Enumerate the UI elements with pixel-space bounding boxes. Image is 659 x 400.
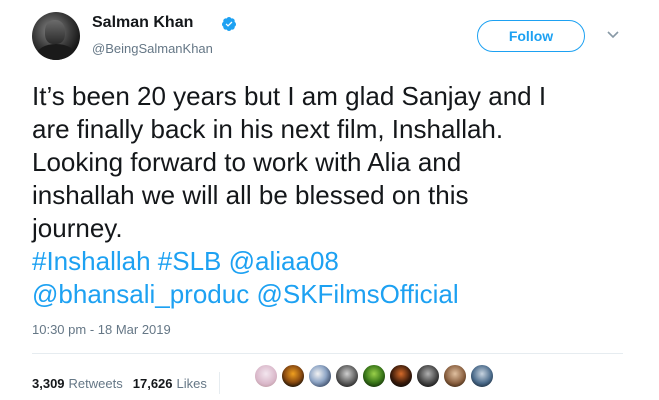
author-name[interactable]: Salman Khan — [92, 14, 193, 32]
liker-avatar[interactable] — [389, 364, 413, 388]
likes-label: Likes — [176, 375, 207, 391]
hashtag-link[interactable]: #SLB — [158, 246, 222, 276]
tweet-text: It’s been 20 years but I am glad Sanjay … — [32, 80, 632, 311]
liker-avatar[interactable] — [281, 364, 305, 388]
hashtag-link[interactable]: #Inshallah — [32, 246, 151, 276]
likes-count: 17,626 — [132, 375, 173, 391]
tweet-links-line: @bhansali_produc @SKFilmsOfficial — [32, 278, 632, 311]
mention-link[interactable]: @bhansali_produc — [32, 279, 249, 309]
tweet-line: inshallah we will all be blessed on this — [32, 180, 469, 210]
author-avatar[interactable] — [32, 12, 80, 60]
retweets-label: Retweets — [68, 375, 123, 391]
retweets-stat[interactable]: 3,309 Retweets — [32, 376, 123, 391]
mention-link[interactable]: @aliaa08 — [229, 246, 339, 276]
liker-avatar[interactable] — [335, 364, 359, 388]
liker-avatar[interactable] — [470, 364, 494, 388]
tweet-line: are finally back in his next film, Insha… — [32, 114, 504, 144]
divider — [32, 353, 623, 354]
tweet-timestamp[interactable]: 10:30 pm - 18 Mar 2019 — [32, 322, 171, 337]
avatar-shoulder — [36, 44, 76, 60]
likes-stat[interactable]: 17,626 Likes — [133, 376, 207, 391]
tweet-line: It’s been 20 years but I am glad Sanjay … — [32, 81, 547, 111]
mention-link[interactable]: @SKFilmsOfficial — [256, 279, 458, 309]
follow-button[interactable]: Follow — [477, 20, 585, 52]
chevron-down-icon[interactable] — [606, 30, 620, 40]
verified-badge-icon — [221, 17, 236, 31]
liker-avatar[interactable] — [416, 364, 440, 388]
liker-avatars — [254, 364, 497, 388]
liker-avatar[interactable] — [308, 364, 332, 388]
tweet-stats: 3,309 Retweets 17,626 Likes — [32, 372, 230, 394]
stats-separator — [218, 372, 220, 394]
tweet-links-line: #Inshallah #SLB @aliaa08 — [32, 245, 632, 278]
tweet-line: Looking forward to work with Alia and — [32, 147, 462, 177]
avatar-face — [45, 20, 65, 44]
liker-avatar[interactable] — [254, 364, 278, 388]
author-handle[interactable]: @BeingSalmanKhan — [92, 41, 213, 56]
tweet-line: journey. — [32, 213, 123, 243]
retweets-count: 3,309 — [32, 375, 65, 391]
liker-avatar[interactable] — [362, 364, 386, 388]
liker-avatar[interactable] — [443, 364, 467, 388]
